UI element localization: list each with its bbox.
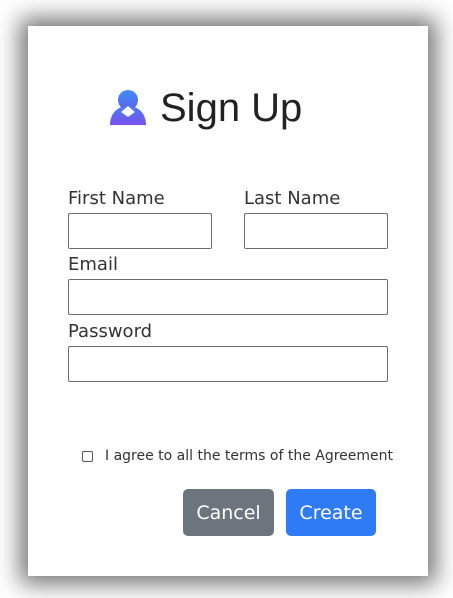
first-name-label: First Name — [68, 188, 165, 209]
terms-checkbox[interactable] — [82, 450, 93, 462]
cancel-button[interactable]: Cancel — [183, 489, 274, 536]
page-title: Sign Up — [160, 86, 303, 130]
signup-header: Sign Up — [108, 88, 302, 128]
password-label: Password — [68, 321, 153, 342]
email-field[interactable] — [68, 279, 388, 315]
user-icon — [110, 90, 146, 125]
first-name-field[interactable] — [68, 213, 212, 249]
signup-card: Sign Up First Name Last Name Email Passw… — [28, 26, 428, 576]
last-name-field[interactable] — [244, 213, 388, 249]
terms-label: I agree to all the terms of the Agreemen… — [105, 448, 394, 464]
password-field[interactable] — [68, 346, 388, 382]
email-label: Email — [68, 254, 118, 275]
terms-row: I agree to all the terms of the Agreemen… — [82, 448, 393, 464]
last-name-label: Last Name — [244, 188, 341, 209]
create-button[interactable]: Create — [286, 489, 376, 536]
